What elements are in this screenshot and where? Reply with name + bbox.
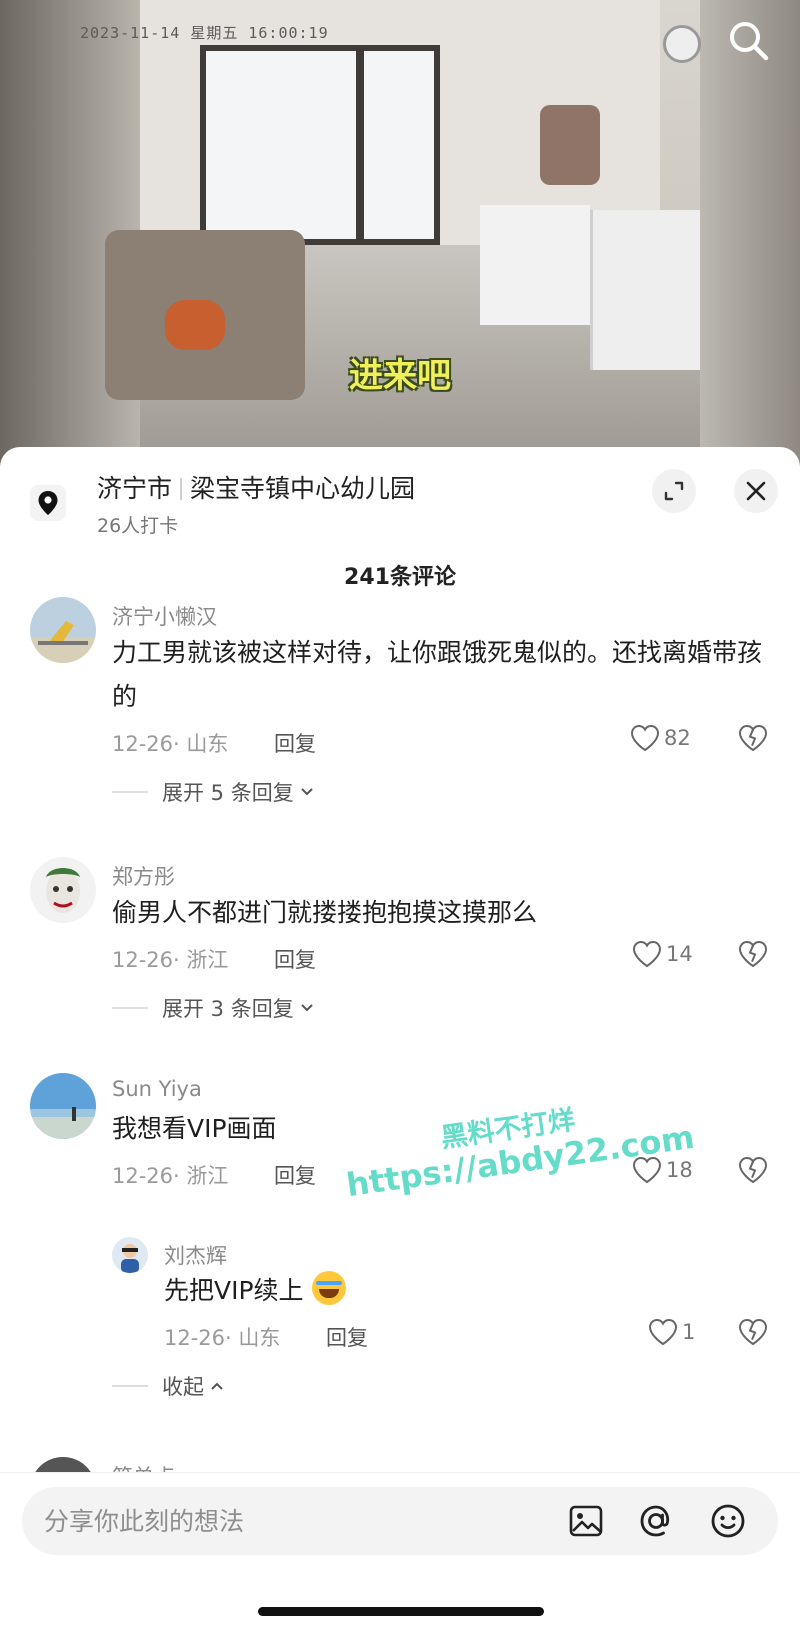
- tv-cabinet: [480, 205, 590, 325]
- comment-item: 郑方彤 偷男人不都进门就搂搂抱抱摸这摸那么 12-26· 浙江 回复 14 展开…: [0, 857, 800, 1037]
- expand-replies-label: 展开 3 条回复: [162, 997, 294, 1021]
- broken-heart-icon: [738, 940, 768, 968]
- avatar[interactable]: [30, 1073, 96, 1139]
- comment-input[interactable]: [44, 1487, 544, 1555]
- image-button[interactable]: [566, 1501, 606, 1541]
- balcony-window: [200, 45, 440, 245]
- chevron-down-icon: [301, 788, 313, 796]
- reply-button[interactable]: 回复: [274, 728, 316, 758]
- like-count: 1: [682, 1320, 696, 1344]
- close-icon: [746, 481, 766, 501]
- laughing-tears-emoji-icon: [311, 1271, 346, 1305]
- comment-text: 先把VIP续上: [164, 1269, 764, 1313]
- comment-meta: 12-26· 浙江: [112, 1164, 229, 1188]
- dislike-button[interactable]: [738, 1318, 768, 1350]
- comment-text: 力工男就该被这样对待，让你跟饿死鬼似的。还找离婚带孩的: [112, 638, 763, 711]
- like-count: 82: [664, 726, 691, 750]
- drawer-cabinet: [590, 210, 700, 370]
- location-city: 济宁市: [97, 474, 173, 503]
- like-button[interactable]: 1: [648, 1318, 695, 1346]
- dislike-button[interactable]: [738, 724, 768, 756]
- dislike-button[interactable]: [738, 940, 768, 972]
- search-button[interactable]: [722, 14, 776, 68]
- expand-icon: [664, 481, 684, 501]
- location-place: 梁宝寺镇中心幼儿园: [190, 474, 416, 503]
- reply-button[interactable]: 回复: [274, 944, 316, 974]
- emoji-icon: [711, 1504, 745, 1538]
- video-subtitle: 进来吧: [349, 356, 451, 396]
- reply-button[interactable]: 回复: [326, 1322, 368, 1352]
- camera-timestamp: 2023-11-14 星期五 16:00:19: [80, 24, 329, 42]
- chevron-up-icon: [211, 1382, 223, 1390]
- expand-replies-label: 展开 5 条回复: [162, 781, 294, 805]
- search-icon: [730, 22, 769, 61]
- expand-replies[interactable]: 展开 5 条回复: [112, 777, 316, 807]
- comment-composer: [0, 1472, 800, 1625]
- comment-meta: 12-26· 山东: [164, 1326, 281, 1350]
- like-count: 18: [666, 1158, 693, 1182]
- reply-button[interactable]: 回复: [274, 1160, 316, 1190]
- location-title[interactable]: 济宁市 梁宝寺镇中心幼儿园: [97, 469, 415, 505]
- heart-icon: [630, 724, 660, 752]
- home-indicator[interactable]: [258, 1607, 544, 1616]
- comment-text-content: 先把VIP续上: [164, 1276, 304, 1305]
- comment-author[interactable]: 济宁小懒汉: [112, 601, 217, 631]
- avatar[interactable]: [112, 1237, 148, 1273]
- like-button[interactable]: 14: [632, 940, 693, 968]
- broken-heart-icon: [738, 724, 768, 752]
- image-icon: [569, 1505, 603, 1537]
- comment-item: 济宁小懒汉 力工男就该被这样对待，让你跟饿死鬼似的。还找离婚带孩的 12-26·…: [0, 597, 800, 805]
- expand-button[interactable]: [652, 469, 696, 513]
- mention-button[interactable]: [636, 1501, 676, 1541]
- comment-input-box[interactable]: [22, 1487, 778, 1555]
- wall-clock: [663, 25, 701, 63]
- comment-author[interactable]: 刘杰辉: [164, 1240, 227, 1270]
- chevron-down-icon: [301, 1004, 313, 1012]
- comment-meta: 12-26· 山东: [112, 732, 229, 756]
- divider-line: [112, 1385, 148, 1387]
- comment-count: 241条评论: [344, 565, 456, 590]
- comment-text: 偷男人不都进门就搂搂抱抱摸这摸那么: [112, 898, 538, 927]
- divider-line: [112, 1007, 148, 1009]
- comment-author[interactable]: Sun Yiya: [112, 1077, 202, 1101]
- heart-icon: [648, 1318, 678, 1346]
- location-checkins: 26人打卡: [97, 515, 179, 537]
- collapse-replies[interactable]: 收起: [112, 1371, 226, 1401]
- broken-heart-icon: [738, 1156, 768, 1184]
- collapse-replies-label: 收起: [162, 1375, 204, 1399]
- location-divider: [180, 478, 183, 500]
- expand-replies[interactable]: 展开 3 条回复: [112, 993, 316, 1023]
- like-button[interactable]: 82: [630, 724, 691, 752]
- avatar[interactable]: [30, 597, 96, 663]
- comment-author[interactable]: 郑方彤: [112, 861, 175, 891]
- dislike-button[interactable]: [738, 1156, 768, 1188]
- shelf-items: [540, 105, 600, 185]
- heart-icon: [632, 940, 662, 968]
- comment-meta: 12-26· 浙江: [112, 948, 229, 972]
- location-pin-icon[interactable]: [30, 485, 66, 521]
- avatar[interactable]: [30, 857, 96, 923]
- divider-line: [112, 791, 148, 793]
- reply-item: 刘杰辉 先把VIP续上 12-26· 山东 回复 1 收起: [0, 1237, 800, 1427]
- room-right-door: [700, 0, 800, 470]
- video-player[interactable]: 2023-11-14 星期五 16:00:19 进来吧: [0, 0, 800, 470]
- comments-sheet: 济宁市 梁宝寺镇中心幼儿园 26人打卡 241条评论 济宁小懒汉 力工男就该被这样…: [0, 447, 800, 1625]
- emoji-button[interactable]: [708, 1501, 748, 1541]
- close-button[interactable]: [734, 469, 778, 513]
- like-count: 14: [666, 942, 693, 966]
- at-sign-icon: [640, 1505, 670, 1537]
- broken-heart-icon: [738, 1318, 768, 1346]
